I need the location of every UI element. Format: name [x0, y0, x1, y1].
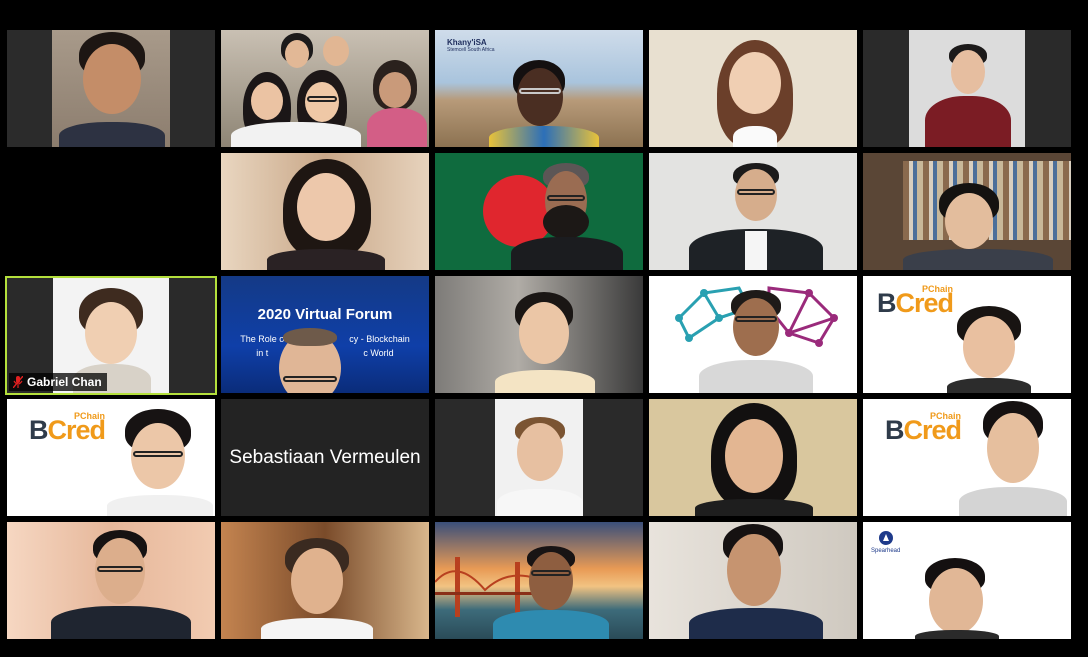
participant-tile[interactable] — [649, 522, 857, 639]
gallery-grid: Khany'iSA Stemcell South Africa Gabriel … — [5, 29, 1073, 641]
spearhead-icon — [878, 531, 893, 545]
participant-tile[interactable] — [435, 276, 643, 393]
participant-tile[interactable] — [7, 30, 215, 147]
participant-name-label: Gabriel Chan — [9, 373, 107, 391]
participant-tile[interactable]: Spearhead — [863, 522, 1071, 639]
participant-tile[interactable] — [863, 30, 1071, 147]
participant-tile[interactable] — [863, 153, 1071, 270]
participant-tile[interactable] — [7, 522, 215, 639]
participant-tile[interactable] — [435, 153, 643, 270]
mic-muted-icon — [13, 376, 23, 388]
participant-body — [59, 122, 165, 147]
participant-tile[interactable]: BCred PChain — [863, 276, 1071, 393]
flag-disc — [483, 175, 555, 247]
participant-name-only: Sebastiaan Vermeulen — [221, 399, 429, 516]
bcred-logo: BCred PChain — [885, 411, 962, 445]
khanyisa-logo: Khany'iSA Stemcell South Africa — [447, 38, 495, 53]
spearhead-logo: Spearhead — [871, 530, 900, 554]
forum-title: 2020 Virtual Forum — [257, 306, 393, 323]
participant-tile[interactable] — [649, 276, 857, 393]
participant-tile[interactable]: Khany'iSA Stemcell South Africa — [435, 30, 643, 147]
participant-tile[interactable] — [221, 522, 429, 639]
active-speaker-tile[interactable]: Gabriel Chan — [5, 276, 217, 395]
participant-tile[interactable] — [649, 153, 857, 270]
participant-tile[interactable] — [221, 153, 429, 270]
participant-face — [83, 44, 141, 114]
participant-tile[interactable] — [649, 399, 857, 516]
participant-tile[interactable] — [221, 30, 429, 147]
participant-tile[interactable]: Sebastiaan Vermeulen — [221, 399, 429, 516]
participant-tile[interactable]: BCred PChain — [7, 399, 215, 516]
bcred-logo: BCred PChain — [29, 411, 106, 445]
bcred-logo: BCred PChain — [877, 284, 954, 318]
participant-tile[interactable]: 2020 Virtual Forum The Role o cy - Block… — [221, 276, 429, 393]
participant-tile[interactable]: BCred PChain — [863, 399, 1071, 516]
participant-tile[interactable] — [435, 399, 643, 516]
participant-tile[interactable] — [649, 30, 857, 147]
participant-tile[interactable] — [435, 522, 643, 639]
